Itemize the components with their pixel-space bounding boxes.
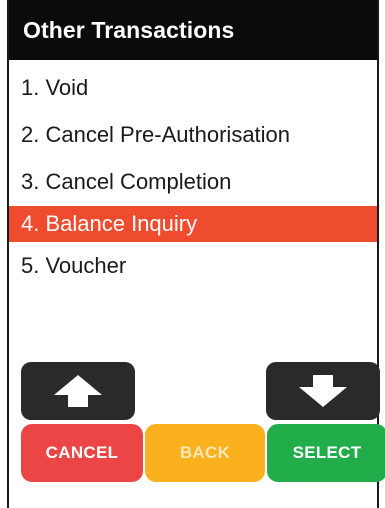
menu-item-voucher[interactable]: 5. Voucher <box>9 243 377 289</box>
back-button[interactable]: BACK <box>145 424 265 482</box>
scroll-up-button[interactable] <box>21 362 135 420</box>
menu-item-cancel-pre-authorisation[interactable]: 2. Cancel Pre-Authorisation <box>9 112 377 158</box>
select-button-label: SELECT <box>292 443 362 462</box>
arrow-up-icon <box>52 373 104 409</box>
transaction-menu: 1. Void 2. Cancel Pre-Authorisation 3. C… <box>9 65 377 290</box>
cancel-button-label: CANCEL <box>45 443 119 462</box>
select-button[interactable]: SELECT <box>267 424 385 482</box>
arrow-down-icon <box>297 373 349 409</box>
terminal-screen: Other Transactions 1. Void 2. Cancel Pre… <box>7 0 385 508</box>
menu-item-cancel-completion[interactable]: 3. Cancel Completion <box>9 159 377 205</box>
scroll-down-button[interactable] <box>266 362 380 420</box>
page-title: Other Transactions <box>9 0 377 60</box>
menu-item-void[interactable]: 1. Void <box>9 65 377 111</box>
cancel-button[interactable]: CANCEL <box>21 424 143 482</box>
menu-item-balance-inquiry[interactable]: 4. Balance Inquiry <box>9 206 377 242</box>
back-button-label: BACK <box>179 443 231 462</box>
